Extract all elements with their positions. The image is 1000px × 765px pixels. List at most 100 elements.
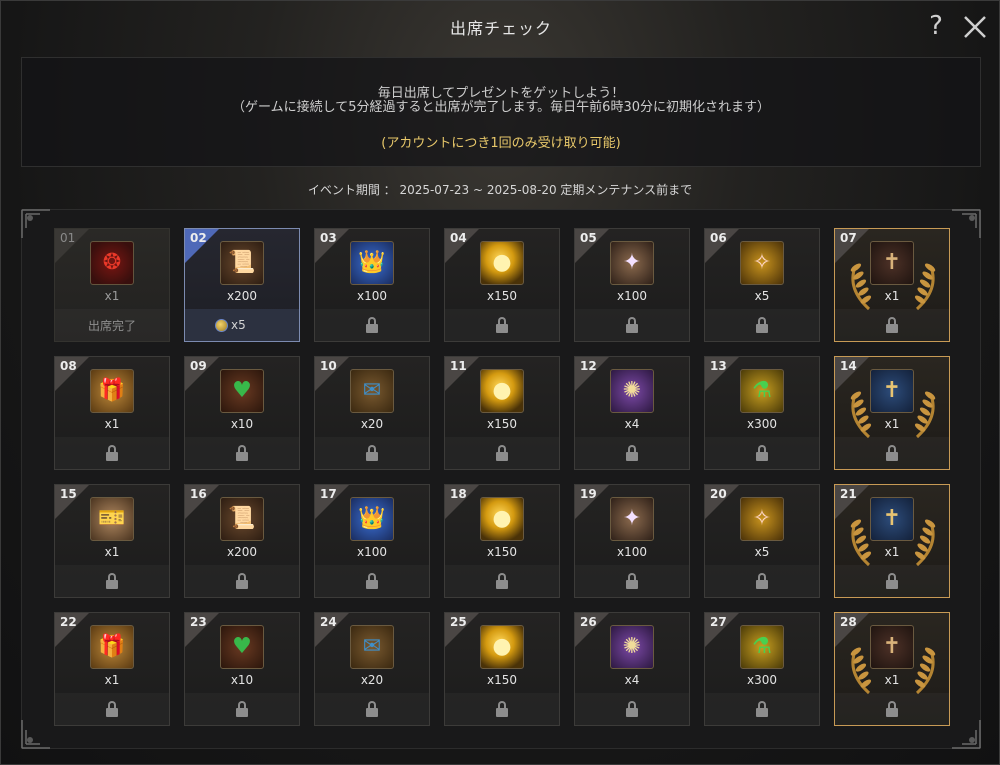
reward-cell[interactable]: 16 📜 x200 <box>184 484 300 598</box>
reward-cell[interactable]: 26 ✺ x4 <box>574 612 690 726</box>
lock-icon <box>625 317 639 333</box>
lock-icon <box>625 445 639 461</box>
reward-cell[interactable]: 17 👑 x100 <box>314 484 430 598</box>
lock-icon <box>365 317 379 333</box>
reward-status <box>705 693 819 725</box>
lock-body <box>366 324 378 333</box>
reward-status <box>55 565 169 597</box>
reward-cell[interactable]: 28 ✝ x1 <box>834 612 950 726</box>
map-scroll-icon: ✉ <box>350 625 394 669</box>
lock-body <box>366 580 378 589</box>
lock-icon <box>755 573 769 589</box>
attendance-complete-label: 出席完了 <box>87 318 136 333</box>
reward-cell[interactable]: 05 ✦ x100 <box>574 228 690 342</box>
reward-cell[interactable]: 01 ❂ x1 出席完了 <box>54 228 170 342</box>
lock-body <box>236 452 248 461</box>
day-number: 26 <box>580 615 597 629</box>
reward-quantity: x150 <box>486 289 517 303</box>
reward-cell[interactable]: 27 ⚗ x300 <box>704 612 820 726</box>
reward-quantity: x1 <box>884 417 900 431</box>
reward-cell[interactable]: 06 ✧ x5 <box>704 228 820 342</box>
lock-body <box>886 452 898 461</box>
reward-quantity: x1 <box>884 289 900 303</box>
reward-status <box>835 565 949 597</box>
reward-cell[interactable]: 23 ♥ x10 <box>184 612 300 726</box>
lock-body <box>106 580 118 589</box>
reward-status: x5 <box>185 309 299 341</box>
reward-quantity: x150 <box>486 673 517 687</box>
lock-body <box>496 708 508 717</box>
gold-orb-icon: ● <box>480 369 524 413</box>
reward-cell[interactable]: 08 🎁 x1 <box>54 356 170 470</box>
reward-status <box>835 693 949 725</box>
reward-cell[interactable]: 24 ✉ x20 <box>314 612 430 726</box>
lock-body <box>756 708 768 717</box>
reward-cell[interactable]: 19 ✦ x100 <box>574 484 690 598</box>
event-period: イベント期間 ： 2025-07-23 ~ 2025-08-20 定期メンテナン… <box>307 183 693 197</box>
day-number: 27 <box>710 615 727 629</box>
day-number: 08 <box>60 359 77 373</box>
lock-icon <box>235 573 249 589</box>
gift-box-icon: 🎁 <box>90 625 134 669</box>
reward-cell[interactable]: 07 ✝ x1 <box>834 228 950 342</box>
reward-status <box>445 309 559 341</box>
reward-cell[interactable]: 04 ● x150 <box>444 228 560 342</box>
treasure-chest-icon: 👑 <box>350 497 394 541</box>
corner-ornament-icon <box>21 720 50 749</box>
day-number: 25 <box>450 615 467 629</box>
reward-cell[interactable]: 03 👑 x100 <box>314 228 430 342</box>
day-number: 11 <box>450 359 467 373</box>
reward-quantity: x1 <box>884 545 900 559</box>
close-icon <box>964 16 986 38</box>
lock-body <box>496 452 508 461</box>
reward-cell[interactable]: 11 ● x150 <box>444 356 560 470</box>
ticket-icon: 🎫 <box>90 497 134 541</box>
scroll-icon: 📜 <box>220 241 264 285</box>
lock-body <box>496 324 508 333</box>
day-number: 04 <box>450 231 467 245</box>
lock-icon <box>755 317 769 333</box>
reward-cell[interactable]: 14 ✝ x1 <box>834 356 950 470</box>
reward-cell[interactable]: 02 📜 x200 x5 <box>184 228 300 342</box>
reward-status: 出席完了 <box>55 309 169 341</box>
reward-status <box>185 565 299 597</box>
reward-cell[interactable]: 15 🎫 x1 <box>54 484 170 598</box>
reward-cell[interactable]: 22 🎁 x1 <box>54 612 170 726</box>
day-number: 10 <box>320 359 337 373</box>
reward-status <box>315 565 429 597</box>
day-number: 12 <box>580 359 597 373</box>
reward-quantity: x4 <box>624 417 640 431</box>
reward-quantity: x150 <box>486 545 517 559</box>
reward-quantity: x5 <box>754 545 770 559</box>
reward-cell[interactable]: 20 ✧ x5 <box>704 484 820 598</box>
day-number: 01 <box>60 231 76 245</box>
day-number: 20 <box>710 487 727 501</box>
reward-cell[interactable]: 18 ● x150 <box>444 484 560 598</box>
lock-icon <box>755 445 769 461</box>
reward-cell[interactable]: 12 ✺ x4 <box>574 356 690 470</box>
treasure-chest-icon: 👑 <box>350 241 394 285</box>
feather-icon: ✧ <box>740 497 784 541</box>
green-potion-icon: ⚗ <box>740 369 784 413</box>
reward-cell[interactable]: 09 ♥ x10 <box>184 356 300 470</box>
attendance-window: 出席チェック ? 毎日出席してプレゼントをゲットしよう！ （ゲームに接続して5分… <box>0 0 1000 765</box>
lock-body <box>886 324 898 333</box>
reward-cell[interactable]: 10 ✉ x20 <box>314 356 430 470</box>
corner-ornament-icon <box>952 209 981 238</box>
reward-quantity: x20 <box>360 673 384 687</box>
gift-box-icon: 🎁 <box>90 369 134 413</box>
reward-cell[interactable]: 21 ✝ x1 <box>834 484 950 598</box>
close-button[interactable] <box>961 13 989 41</box>
reward-status <box>185 693 299 725</box>
reward-cell[interactable]: 25 ● x150 <box>444 612 560 726</box>
lock-icon <box>885 317 899 333</box>
reward-cell[interactable]: 13 ⚗ x300 <box>704 356 820 470</box>
crystal-shard-icon: ✦ <box>610 241 654 285</box>
reward-status <box>575 693 689 725</box>
help-button[interactable]: ? <box>923 11 949 41</box>
bonus-reward: x5 <box>185 309 299 341</box>
reward-status <box>185 437 299 469</box>
lock-body <box>626 324 638 333</box>
day-number: 05 <box>580 231 597 245</box>
reward-status <box>705 309 819 341</box>
